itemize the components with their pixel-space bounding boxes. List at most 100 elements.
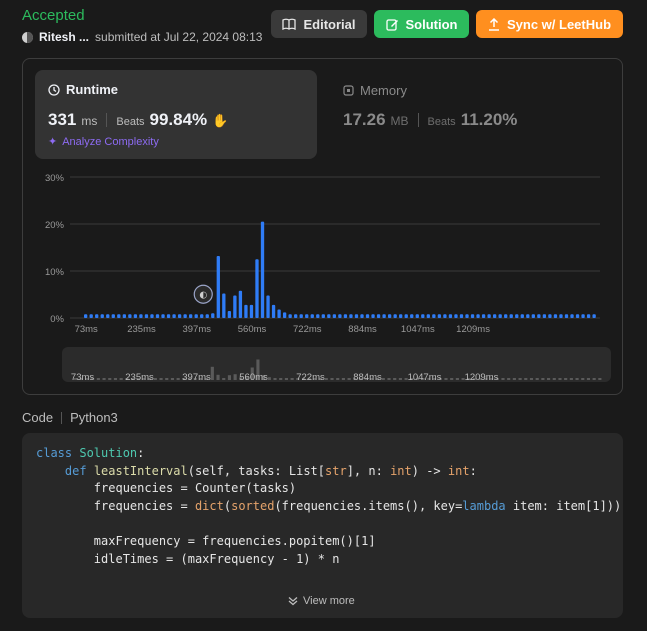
chart-bar[interactable] — [492, 314, 497, 318]
chart-bar[interactable] — [161, 314, 165, 318]
chart-bar[interactable] — [581, 314, 585, 318]
chart-bar[interactable] — [282, 312, 287, 318]
editorial-button[interactable]: Editorial — [271, 10, 367, 38]
chart-bar[interactable] — [487, 314, 491, 318]
chart-bar[interactable] — [194, 314, 198, 318]
chart-bar[interactable] — [459, 314, 464, 318]
chart-bar[interactable] — [189, 314, 193, 318]
chart-bar[interactable] — [349, 314, 353, 318]
chart-bar[interactable] — [410, 314, 414, 318]
chart-bar[interactable] — [437, 314, 442, 318]
chart-bar[interactable] — [470, 314, 475, 318]
chart-bar[interactable] — [537, 314, 541, 318]
view-more-button[interactable]: View more — [288, 595, 355, 607]
chart-bar[interactable] — [177, 314, 182, 318]
chart-bar[interactable] — [465, 314, 469, 318]
chart-bar[interactable] — [172, 314, 176, 318]
chart-bar[interactable] — [343, 314, 348, 318]
chart-bar[interactable] — [586, 314, 591, 318]
chart-bar[interactable] — [133, 314, 138, 318]
chart-bar[interactable] — [128, 314, 132, 318]
chart-bar[interactable] — [294, 314, 298, 318]
chart-bar[interactable] — [111, 314, 115, 318]
chart-bar[interactable] — [365, 314, 370, 318]
chart-bar[interactable] — [404, 314, 408, 318]
chart-bar[interactable] — [211, 313, 215, 318]
chart-bar[interactable] — [432, 314, 436, 318]
chart-bar[interactable] — [454, 314, 458, 318]
chart-bar[interactable] — [531, 314, 535, 318]
chart-bar[interactable] — [321, 314, 325, 318]
chart-bar[interactable] — [299, 314, 303, 318]
chart-bar[interactable] — [266, 295, 270, 318]
chart-range-navigator[interactable]: 73ms 235ms 397ms 560ms 722ms 884ms 1047ms 1209m… — [62, 347, 611, 383]
chart-bar[interactable] — [271, 304, 276, 318]
chart-bar[interactable] — [117, 314, 121, 318]
chart-bar[interactable] — [244, 304, 248, 318]
chart-bar[interactable] — [139, 314, 143, 318]
chart-bar[interactable] — [144, 314, 149, 318]
chart-bar[interactable] — [332, 314, 337, 318]
chart-bar[interactable] — [476, 314, 480, 318]
chart-bar[interactable] — [387, 314, 392, 318]
username[interactable]: Ritesh ... — [39, 30, 89, 44]
chart-bar[interactable] — [100, 314, 104, 318]
chart-bar[interactable] — [200, 314, 204, 318]
chart-bar[interactable] — [249, 304, 254, 318]
analyze-complexity-link[interactable]: ✦ Analyze Complexity — [48, 135, 159, 149]
chart-bar[interactable] — [222, 293, 226, 318]
chart-bar[interactable] — [570, 314, 574, 318]
chart-bar[interactable] — [393, 314, 397, 318]
chart-bar[interactable] — [575, 314, 580, 318]
chart-bar[interactable] — [84, 314, 88, 318]
chart-bar[interactable] — [150, 314, 154, 318]
chart-bar[interactable] — [526, 314, 530, 318]
chart-bar[interactable] — [415, 314, 419, 318]
chart-bar[interactable] — [559, 314, 563, 318]
chart-bar[interactable] — [106, 314, 110, 318]
chart-bar[interactable] — [553, 314, 558, 318]
chart-bar[interactable] — [421, 314, 425, 318]
chart-bar[interactable] — [338, 314, 342, 318]
chart-bar[interactable] — [260, 221, 265, 318]
chart-bar[interactable] — [227, 310, 232, 318]
chart-bar[interactable] — [166, 314, 171, 318]
chart-bar[interactable] — [448, 314, 453, 318]
chart-bar[interactable] — [205, 314, 209, 318]
chart-bar[interactable] — [155, 314, 160, 318]
chart-bar[interactable] — [498, 314, 502, 318]
sync-leethub-button[interactable]: Sync w/ LeetHub — [476, 10, 623, 38]
chart-bar[interactable] — [360, 314, 364, 318]
chart-bar[interactable] — [504, 314, 508, 318]
chart-bar[interactable] — [310, 314, 314, 318]
chart-bar[interactable] — [233, 295, 237, 318]
chart-bar[interactable] — [89, 314, 93, 318]
chart-bar[interactable] — [564, 314, 569, 318]
chart-bar[interactable] — [509, 314, 513, 318]
chart-bar[interactable] — [382, 314, 386, 318]
avatar[interactable] — [22, 31, 33, 43]
chart-bar[interactable] — [399, 314, 403, 318]
chart-bar[interactable] — [255, 259, 259, 318]
chart-bar[interactable] — [443, 314, 447, 318]
chart-bar[interactable] — [371, 314, 375, 318]
chart-bar[interactable] — [122, 314, 127, 318]
chart-bar[interactable] — [327, 314, 331, 318]
chart-bar[interactable] — [238, 290, 243, 318]
solution-button[interactable]: Solution — [374, 10, 469, 38]
memory-tab[interactable]: Memory — [343, 83, 407, 98]
chart-bar[interactable] — [354, 314, 359, 318]
runtime-distribution-chart[interactable]: 0% 10% 20% 30% ◐ 73ms 235ms 397ms 560ms 722ms 884m… — [38, 168, 608, 338]
chart-bar[interactable] — [288, 314, 292, 318]
chart-bar[interactable] — [515, 314, 519, 318]
chart-bar[interactable] — [481, 314, 486, 318]
chart-bar[interactable] — [548, 314, 552, 318]
chart-bar[interactable] — [426, 314, 430, 318]
chart-bar[interactable] — [95, 314, 99, 318]
chart-bar[interactable] — [316, 314, 320, 318]
chart-bar[interactable] — [376, 314, 381, 318]
chart-bar[interactable] — [305, 314, 309, 318]
chart-bar[interactable] — [542, 314, 547, 318]
chart-bar[interactable] — [277, 309, 281, 318]
chart-bar[interactable] — [520, 314, 524, 318]
